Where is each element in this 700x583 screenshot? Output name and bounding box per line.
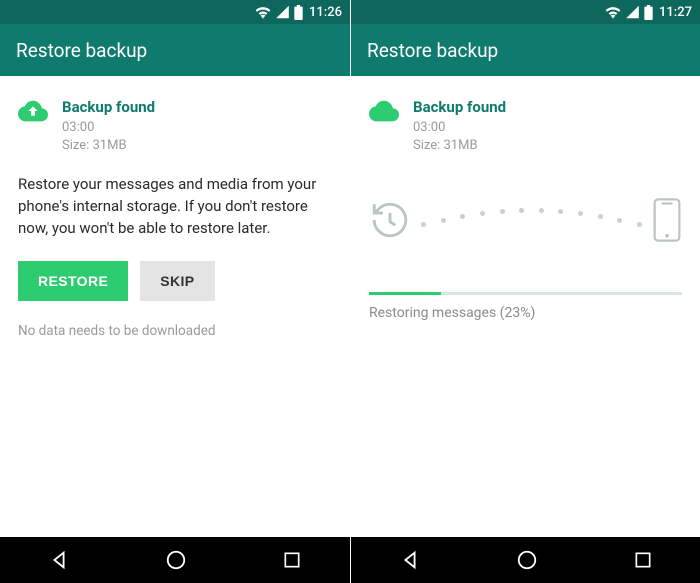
status-bar: 11:27 <box>351 0 700 24</box>
history-clock-icon <box>369 199 411 241</box>
restore-description: Restore your messages and media from you… <box>18 174 332 239</box>
nav-home-icon[interactable] <box>516 549 538 571</box>
screen-restoring: 11:27 Restore backup Backup found 03:00 … <box>350 0 700 583</box>
progress-label: Restoring messages (23%) <box>369 305 682 321</box>
wifi-icon <box>255 5 271 19</box>
button-row: RESTORE SKIP <box>18 261 332 301</box>
app-bar: Restore backup <box>351 24 700 76</box>
restore-button[interactable]: RESTORE <box>18 261 128 301</box>
signal-icon <box>625 5 640 19</box>
battery-icon <box>294 5 303 20</box>
backup-info: Backup found 03:00 Size: 31MB <box>413 98 506 154</box>
battery-icon <box>644 5 653 20</box>
app-bar-title: Restore backup <box>16 39 147 62</box>
app-bar: Restore backup <box>0 24 350 76</box>
download-footnote: No data needs to be downloaded <box>18 323 332 339</box>
transfer-dots <box>419 208 644 232</box>
progress-bar <box>369 292 682 295</box>
backup-size: Size: 31MB <box>413 137 506 155</box>
nav-recent-icon[interactable] <box>633 550 653 570</box>
backup-found-row: Backup found 03:00 Size: 31MB <box>369 98 682 154</box>
nav-back-icon[interactable] <box>399 549 421 571</box>
backup-time: 03:00 <box>62 119 155 137</box>
status-time: 11:27 <box>659 5 692 20</box>
nav-recent-icon[interactable] <box>282 550 302 570</box>
progress-bar-fill <box>369 292 441 295</box>
backup-info: Backup found 03:00 Size: 31MB <box>62 98 155 154</box>
backup-found-row: Backup found 03:00 Size: 31MB <box>18 98 332 154</box>
signal-icon <box>275 5 290 19</box>
app-bar-title: Restore backup <box>367 39 498 62</box>
nav-bar <box>0 537 350 583</box>
cloud-icon <box>369 98 399 154</box>
status-bar: 11:26 <box>0 0 350 24</box>
nav-bar <box>351 537 700 583</box>
backup-title: Backup found <box>62 98 155 116</box>
nav-back-icon[interactable] <box>48 549 70 571</box>
backup-time: 03:00 <box>413 119 506 137</box>
skip-button[interactable]: SKIP <box>140 261 214 301</box>
restore-graphic <box>369 190 682 250</box>
content-area: Backup found 03:00 Size: 31MB Restore yo… <box>0 76 350 537</box>
screen-restore-prompt: 11:26 Restore backup Backup found 03:00 … <box>0 0 350 583</box>
status-time: 11:26 <box>309 5 342 20</box>
backup-title: Backup found <box>413 98 506 116</box>
phone-icon <box>652 198 682 242</box>
cloud-upload-icon <box>18 98 48 154</box>
content-area: Backup found 03:00 Size: 31MB <box>351 76 700 537</box>
wifi-icon <box>605 5 621 19</box>
backup-size: Size: 31MB <box>62 137 155 155</box>
nav-home-icon[interactable] <box>165 549 187 571</box>
